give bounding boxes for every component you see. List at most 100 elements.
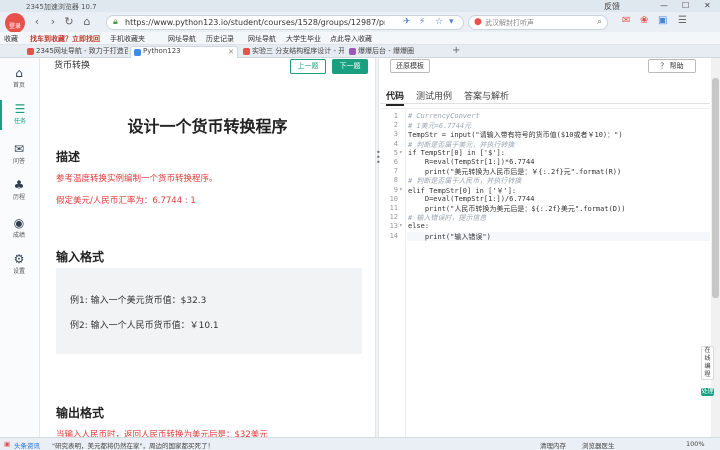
search-input[interactable]: 武汉解封打听声	[485, 18, 534, 28]
search-box[interactable]: ● 武汉解封打听声 ⌕	[468, 15, 608, 30]
browser-tab[interactable]: 2345网址导航 - 致力于打造百	[24, 46, 128, 58]
bookmark-item[interactable]: 网址导航	[168, 34, 196, 44]
online-coding-side-tab[interactable]: 在线编程	[701, 346, 714, 380]
bookmark-item[interactable]: 手机收藏夹	[110, 34, 145, 44]
bookmark-item[interactable]: 找车到收藏？立即找回	[30, 34, 100, 44]
bookmark-item[interactable]: 网址导航	[248, 34, 276, 44]
close-button[interactable]: ✕	[704, 1, 711, 10]
sidebar-item-label: 问答	[12, 158, 25, 165]
settings-icon: ⚙	[13, 252, 25, 266]
refresh-icon[interactable]: ↻	[62, 15, 76, 28]
code-line[interactable]: R=eval(TempStr[1:])*6.7744	[408, 158, 535, 166]
fold-icon[interactable]: ▾	[399, 222, 403, 229]
tab-favicon-icon	[27, 48, 34, 55]
lock-icon: 🔒︎	[113, 17, 118, 27]
drag-handle-icon: • • •	[376, 148, 381, 167]
extension-icon[interactable]: ▣	[658, 15, 667, 26]
tab-solution[interactable]: 答案与解析	[464, 89, 509, 102]
next-problem-button[interactable]: 下一题	[332, 59, 368, 74]
fold-icon[interactable]: ▾	[399, 186, 403, 193]
line-number: 7	[393, 167, 398, 176]
line-number: 3	[393, 130, 398, 139]
url-text[interactable]: https://www.python123.io/student/courses…	[125, 18, 385, 27]
feedback-button[interactable]: 反馈	[604, 1, 620, 12]
page-scrollbar[interactable]	[711, 58, 720, 437]
left-sidebar: ⌂ 首页 ☰ 任务 ✉ 问答 ♣ 历程 ◉ 成绩 ⚙ 设置	[0, 58, 40, 437]
maximize-button[interactable]: ☐	[682, 1, 689, 10]
bookmark-item[interactable]: 历史记录	[206, 34, 234, 44]
browser-titlebar: 2345加速浏览器 10.7 反馈 — ☐ ✕	[0, 0, 720, 12]
rocket-icon[interactable]: ✈	[403, 17, 411, 27]
tab-label: 爆爆后台 - 爆爆圈	[358, 47, 414, 55]
tab-close-icon[interactable]: ✕	[228, 48, 234, 56]
minimize-button[interactable]: —	[660, 1, 668, 10]
process-side-tab[interactable]: 处理	[701, 388, 714, 396]
panel-resize-handle[interactable]: • • •	[375, 58, 381, 437]
reset-template-button[interactable]: 还原模板	[390, 59, 430, 73]
bookmark-item[interactable]: 点此导入收藏	[330, 34, 372, 44]
star-icon[interactable]: ☆	[435, 17, 443, 27]
line-number: 2	[393, 121, 398, 130]
line-number: 5	[393, 148, 398, 157]
status-item[interactable]: 清理内存	[540, 440, 566, 450]
zoom-level[interactable]: 100%	[686, 440, 705, 448]
back-icon[interactable]: ‹	[30, 15, 44, 28]
editor-tabs: 代码 测试用例 答案与解析	[380, 86, 710, 106]
home-nav-icon[interactable]: ⌂	[80, 15, 94, 28]
news-ticker[interactable]: "研究表明，美元都将仍然在家"，周边的国家都买死了！	[52, 440, 214, 450]
search-icon[interactable]: ⌕	[597, 17, 602, 27]
sidebar-item-score[interactable]: ◉ 成绩	[0, 214, 38, 244]
code-line[interactable]: else:	[408, 222, 429, 230]
bookmark-item[interactable]: 大学生毕业	[286, 34, 321, 44]
sidebar-item-settings[interactable]: ⚙ 设置	[0, 250, 38, 280]
output-format-heading: 输出格式	[56, 406, 105, 420]
login-label[interactable]: 登录	[5, 21, 25, 30]
code-line[interactable]: # CurrencyConvert	[408, 112, 480, 120]
status-item[interactable]: 浏览器医生	[582, 440, 615, 450]
sidebar-item-discussion[interactable]: ✉ 问答	[0, 140, 38, 170]
sidebar-item-home[interactable]: ⌂ 首页	[0, 64, 38, 94]
tab-code[interactable]: 代码	[386, 89, 405, 106]
line-number: 8	[393, 176, 398, 185]
tab-test-cases[interactable]: 测试用例	[416, 89, 452, 102]
line-number: 11	[389, 204, 398, 212]
code-line[interactable]: print("输入错误")	[408, 232, 491, 242]
mail-icon[interactable]: ✉	[622, 15, 630, 26]
code-editor[interactable]: 1 2 3 4 5 ▾ 6 7 8 9 ▾ 10 11 12 13 ▾ 14 # CurrencyConvert…	[380, 108, 710, 439]
tab-bar: 2345网址导航 - 致力于打造百 Python123 ✕ 实验三 分支结构程序…	[0, 45, 720, 58]
lightning-icon[interactable]: ⚡	[419, 17, 425, 27]
new-tab-button[interactable]: +	[452, 45, 460, 56]
forward-icon[interactable]: ›	[46, 15, 60, 28]
sidebar-item-label: 成绩	[12, 232, 25, 239]
fold-icon[interactable]: ▾	[399, 149, 403, 156]
discussion-icon: ✉	[13, 142, 25, 156]
status-bar: ▣ 头条资讯 "研究表明，美元都将仍然在家"，周边的国家都买死了！ 清理内存 浏…	[0, 437, 720, 450]
sidebar-item-label: 首页	[12, 82, 25, 89]
description-line: 参考温度转换实例编制一个货币转换程序。	[56, 174, 218, 184]
news-label[interactable]: 头条资讯	[14, 440, 40, 450]
scrollbar-thumb[interactable]	[712, 78, 719, 298]
sidebar-item-label: 设置	[12, 268, 25, 275]
menu-icon[interactable]: ☰	[678, 15, 687, 26]
sidebar-item-history[interactable]: ♣ 历程	[0, 176, 38, 206]
output-line: 当输入人民币时，返回人民币转换为美元后是：$32美元	[56, 430, 268, 437]
browser-tab-active[interactable]: Python123 ✕	[130, 46, 238, 58]
exchange-rate-line: 假定美元/人民币汇率为：6.7744 : 1	[56, 196, 196, 206]
input-example: 例2: 输入一个人民币货币值：￥10.1	[70, 321, 219, 331]
code-line[interactable]: D=eval(TempStr[1:])/6.7744	[408, 195, 535, 203]
code-line[interactable]: if TempStr[0] in ['$']:	[408, 149, 505, 157]
bookmark-item[interactable]: 收藏	[4, 34, 18, 44]
search-engine-icon: ●	[474, 17, 482, 27]
help-button[interactable]: ？ 帮助	[648, 59, 696, 73]
browser-tab[interactable]: 爆爆后台 - 爆爆圈	[346, 46, 446, 58]
gift-icon[interactable]: ❀	[640, 15, 648, 26]
input-format-heading: 输入格式	[56, 250, 105, 264]
input-example: 例1: 输入一个美元货币值：$32.3	[70, 296, 207, 306]
browser-tab[interactable]: 实验三 分支结构程序设计 - 开	[240, 46, 344, 58]
dropdown-icon[interactable]: ▾	[449, 17, 454, 27]
address-bar[interactable]: 🔒︎ https://www.python123.io/student/cour…	[106, 15, 464, 30]
tab-favicon-icon	[349, 48, 356, 55]
line-number: 10	[389, 194, 398, 203]
prev-problem-button[interactable]: 上一题	[290, 59, 326, 74]
sidebar-item-task[interactable]: ☰ 任务	[0, 100, 38, 130]
